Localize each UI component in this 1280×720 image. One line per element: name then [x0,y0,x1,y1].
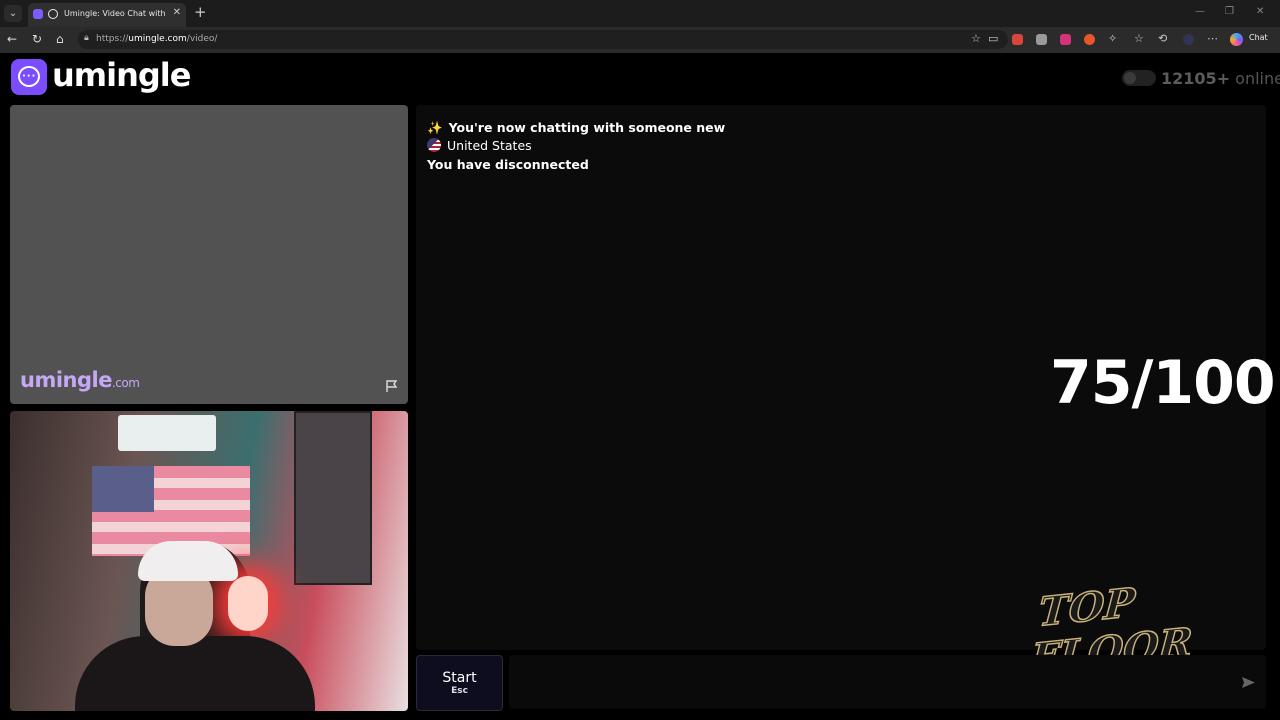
browser-tab-bar: ⌄ Umingle: Video Chat with Strangers ✕ +… [0,0,1280,27]
umingle-logo-icon[interactable]: ··· [11,59,47,95]
stranger-video: umingle.com [10,105,408,404]
chat-message: United States [427,138,532,153]
sparkle-icon: ✨ [427,120,443,135]
extension-icon[interactable] [1084,34,1095,45]
profile-avatar-icon[interactable] [1183,34,1194,45]
camera-icon[interactable]: ▭ [988,32,998,45]
site-favicon-icon [33,9,43,19]
reload-icon[interactable]: ↻ [32,32,42,46]
send-icon[interactable] [1241,676,1256,689]
shortcut-hint: Esc [451,686,468,696]
start-button[interactable]: Start Esc [416,655,503,711]
site-logo-text[interactable]: umingle [52,56,191,94]
more-menu-icon[interactable]: ⋯ [1207,32,1218,45]
home-icon[interactable]: ⌂ [56,32,64,46]
favorite-star-icon[interactable]: ☆ [971,32,981,45]
minimize-button[interactable]: — [1195,6,1205,17]
extension-icon[interactable] [1036,34,1047,45]
extensions-puzzle-icon[interactable]: ✧ [1108,32,1117,45]
report-flag-icon[interactable] [385,379,399,393]
tab-title: Umingle: Video Chat with Strangers [64,9,168,18]
back-arrow-icon[interactable]: ← [7,32,17,46]
theme-toggle[interactable] [1122,70,1156,86]
extension-icon[interactable] [1012,34,1023,45]
maximize-button[interactable]: ❐ [1225,6,1234,17]
recording-icon [48,9,58,19]
copilot-icon[interactable] [1230,33,1243,46]
address-bar[interactable]: 🔒︎ https://umingle.com/video/ ☆ ▭ [78,30,1008,49]
browser-tab[interactable]: Umingle: Video Chat with Strangers ✕ [28,3,186,27]
umingle-watermark: umingle.com [20,368,140,392]
close-tab-icon[interactable]: ✕ [173,7,181,18]
self-camera-video [10,411,408,711]
us-flag-icon [427,138,441,152]
browser-toolbar: ← ↻ ⌂ 🔒︎ https://umingle.com/video/ ☆ ▭ … [0,27,1280,53]
copilot-chat-button[interactable]: Chat [1249,33,1268,42]
favorites-icon[interactable]: ☆ [1134,32,1144,45]
tab-list-button[interactable]: ⌄ [4,5,22,22]
chat-message: ✨ You're now chatting with someone new [427,120,726,135]
url-text: https://umingle.com/video/ [96,34,218,44]
chat-message-input[interactable] [509,655,1266,709]
new-tab-button[interactable]: + [194,4,207,20]
shield-extension-icon[interactable] [1060,34,1071,45]
close-window-button[interactable]: ✕ [1256,6,1264,17]
lock-icon: 🔒︎ [84,33,89,43]
online-count: 12105+ online [1161,69,1280,88]
chat-message: You have disconnected [427,157,589,172]
score-overlay: 75/100 [1050,348,1276,418]
history-icon[interactable]: ⟲ [1158,32,1167,45]
